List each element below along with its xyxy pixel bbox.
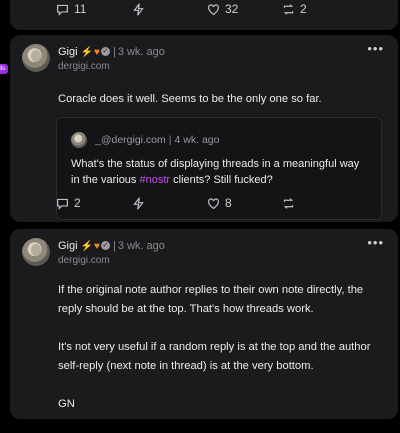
quoted-timestamp: 4 wk. ago [174, 134, 220, 146]
nip05-address: dergigi.com [58, 255, 110, 266]
reply-button[interactable]: 2 [56, 196, 81, 210]
orange-heart-icon: ♥ [94, 240, 100, 252]
verified-icon: ✓ [100, 46, 110, 56]
orange-heart-icon: ♥ [94, 46, 100, 58]
bolt-icon: ⚡ [80, 240, 94, 252]
hashtag-link[interactable]: #nostr [139, 174, 170, 186]
note-card-previous: 11 32 2 [10, 0, 398, 30]
zap-button[interactable] [132, 196, 145, 210]
timestamp[interactable]: 3 wk. ago [118, 46, 165, 58]
repost-count: 2 [300, 2, 307, 16]
bolt-icon: ⚡ [80, 46, 94, 58]
repost-button[interactable]: 2 [282, 2, 307, 16]
quoted-text-after: clients? Still fucked? [170, 174, 273, 186]
reply-button[interactable]: 11 [56, 2, 86, 16]
nip05-address: dergigi.com [58, 61, 110, 72]
separator: | [168, 134, 172, 146]
quoted-avatar [71, 132, 87, 148]
separator: | [112, 46, 116, 58]
zap-icon [133, 2, 144, 16]
more-icon[interactable]: ••• [367, 41, 384, 56]
verified-icon: ✓ [100, 240, 110, 250]
reply-icon [57, 198, 68, 210]
zap-button[interactable] [132, 2, 145, 16]
quoted-text: What's the status of displaying threads … [71, 156, 367, 188]
separator: | [112, 240, 116, 252]
like-button[interactable]: 8 [207, 196, 232, 210]
quoted-author: _@dergigi.com [95, 134, 166, 146]
reply-count: 11 [74, 2, 87, 16]
author-line: Gigi ⚡ ♥ ✓ | 3 wk. ago [58, 240, 165, 252]
author-badges: ⚡ ♥ ✓ [80, 240, 110, 252]
avatar[interactable] [22, 44, 50, 72]
like-button[interactable]: 32 [207, 2, 238, 16]
side-badge: 3s [0, 64, 8, 74]
repost-icon [283, 197, 294, 209]
note-card: Gigi ⚡ ♥ ✓ | 3 wk. ago dergigi.com ••• C… [10, 35, 398, 222]
avatar[interactable] [22, 238, 50, 266]
zap-icon [133, 196, 144, 210]
repost-icon [283, 3, 294, 15]
heart-icon [208, 3, 219, 15]
note-paragraph: If the original note author replies to t… [58, 284, 364, 315]
reply-count: 2 [74, 196, 81, 210]
timestamp[interactable]: 3 wk. ago [118, 240, 165, 252]
reply-icon [57, 4, 68, 16]
author-name[interactable]: Gigi [58, 240, 78, 252]
like-count: 8 [225, 196, 232, 210]
quoted-author-line: _@dergigi.com | 4 wk. ago [95, 134, 219, 146]
author-name[interactable]: Gigi [58, 46, 78, 58]
heart-icon [208, 197, 219, 209]
author-line: Gigi ⚡ ♥ ✓ | 3 wk. ago [58, 46, 165, 58]
author-badges: ⚡ ♥ ✓ [80, 46, 110, 58]
like-count: 32 [225, 2, 239, 16]
note-paragraph: GN [58, 398, 75, 410]
note-content: If the original note author replies to t… [58, 281, 376, 433]
note-card: Gigi ⚡ ♥ ✓ | 3 wk. ago dergigi.com ••• I… [10, 229, 398, 419]
note-paragraph: It's not very useful if a random reply i… [58, 341, 371, 372]
repost-button[interactable] [282, 197, 295, 210]
note-paragraph: Coracle does it well. Seems to be the on… [58, 93, 322, 105]
more-icon[interactable]: ••• [367, 235, 384, 250]
